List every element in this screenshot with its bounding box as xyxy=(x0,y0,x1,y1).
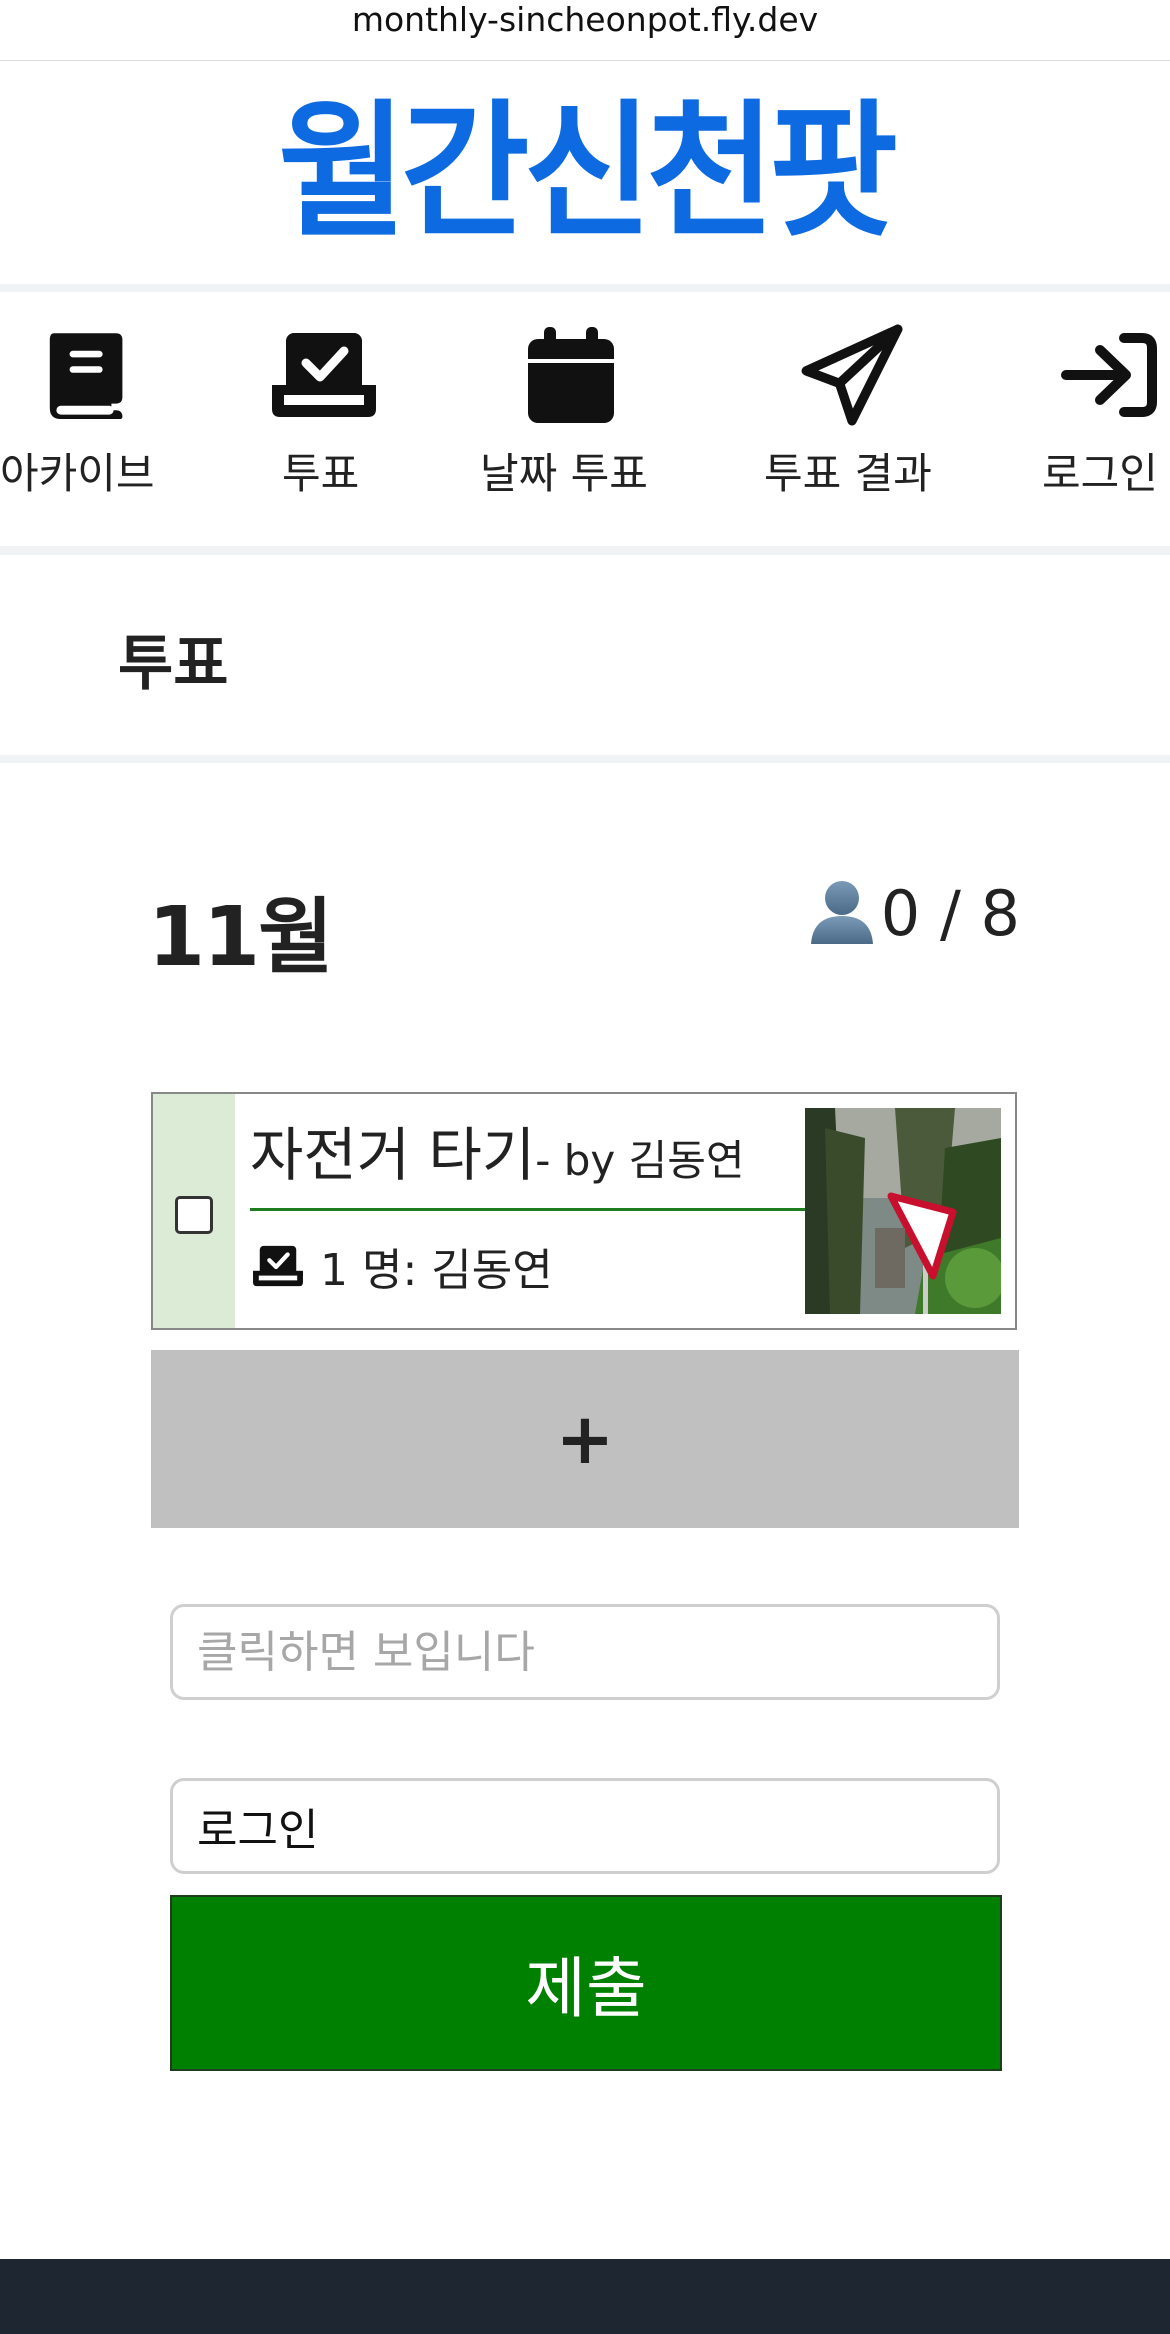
book-icon xyxy=(30,320,140,430)
option-votes: 1 명: 김동연 xyxy=(250,1234,553,1298)
option-votes-text: 1 명: 김동연 xyxy=(320,1245,553,1296)
person-icon xyxy=(807,876,877,950)
login-arrow-icon xyxy=(1060,320,1160,430)
participant-count-text: 0 / 8 xyxy=(880,876,1020,950)
option-title: 자전거 타기- by 김동연 xyxy=(250,1108,745,1192)
main-nav: 아카이브 투표 날짜 투표 투표 결과 로그인 xyxy=(0,292,1170,546)
nav-label-date-vote: 날짜 투표 xyxy=(480,449,648,498)
section-header: 투표 xyxy=(0,555,1170,755)
option-checkbox[interactable] xyxy=(175,1196,213,1234)
nav-label-archive: 아카이브 xyxy=(0,449,155,498)
vote-box-icon xyxy=(250,1242,306,1290)
nav-divider xyxy=(0,546,1170,555)
footer xyxy=(0,2259,1170,2334)
nav-item-login[interactable]: 로그인 xyxy=(1030,292,1170,546)
password-field[interactable] xyxy=(170,1604,1000,1700)
participant-count: 0 / 8 xyxy=(807,876,1020,950)
option-title-text: 자전거 타기 xyxy=(250,1121,536,1189)
option-author: - by 김동연 xyxy=(535,1136,745,1185)
bicycle-route-photo[interactable] xyxy=(805,1108,1001,1314)
page-title: 투표 xyxy=(118,629,229,699)
site-logo[interactable]: 월간신천팟 xyxy=(278,98,898,246)
name-field[interactable] xyxy=(170,1778,1000,1874)
nav-item-date-vote[interactable]: 날짜 투표 xyxy=(470,292,670,546)
vote-option-card[interactable]: 자전거 타기- by 김동연 1 명: 김동연 xyxy=(151,1092,1017,1330)
nav-label-login: 로그인 xyxy=(1042,449,1158,498)
calendar-icon xyxy=(526,320,616,430)
add-option-button[interactable]: + xyxy=(151,1350,1019,1528)
submit-button[interactable]: 제출 xyxy=(170,1895,1002,2071)
section-divider xyxy=(0,755,1170,763)
url-text: monthly-sincheonpot.fly.dev xyxy=(351,0,819,39)
vote-box-icon xyxy=(266,320,382,430)
browser-url-bar[interactable]: monthly-sincheonpot.fly.dev xyxy=(0,0,1170,61)
nav-item-archive[interactable]: 아카이브 xyxy=(0,292,200,546)
header-divider xyxy=(0,284,1170,292)
paper-plane-icon xyxy=(800,320,904,430)
nav-item-vote[interactable]: 투표 xyxy=(230,292,420,546)
option-check-column[interactable] xyxy=(153,1094,235,1328)
nav-label-results: 투표 결과 xyxy=(764,449,932,498)
nav-label-vote: 투표 xyxy=(282,449,360,498)
nav-item-results[interactable]: 투표 결과 xyxy=(752,292,952,546)
month-label: 11월 xyxy=(148,890,334,985)
site-header: 월간신천팟 xyxy=(0,61,1170,284)
